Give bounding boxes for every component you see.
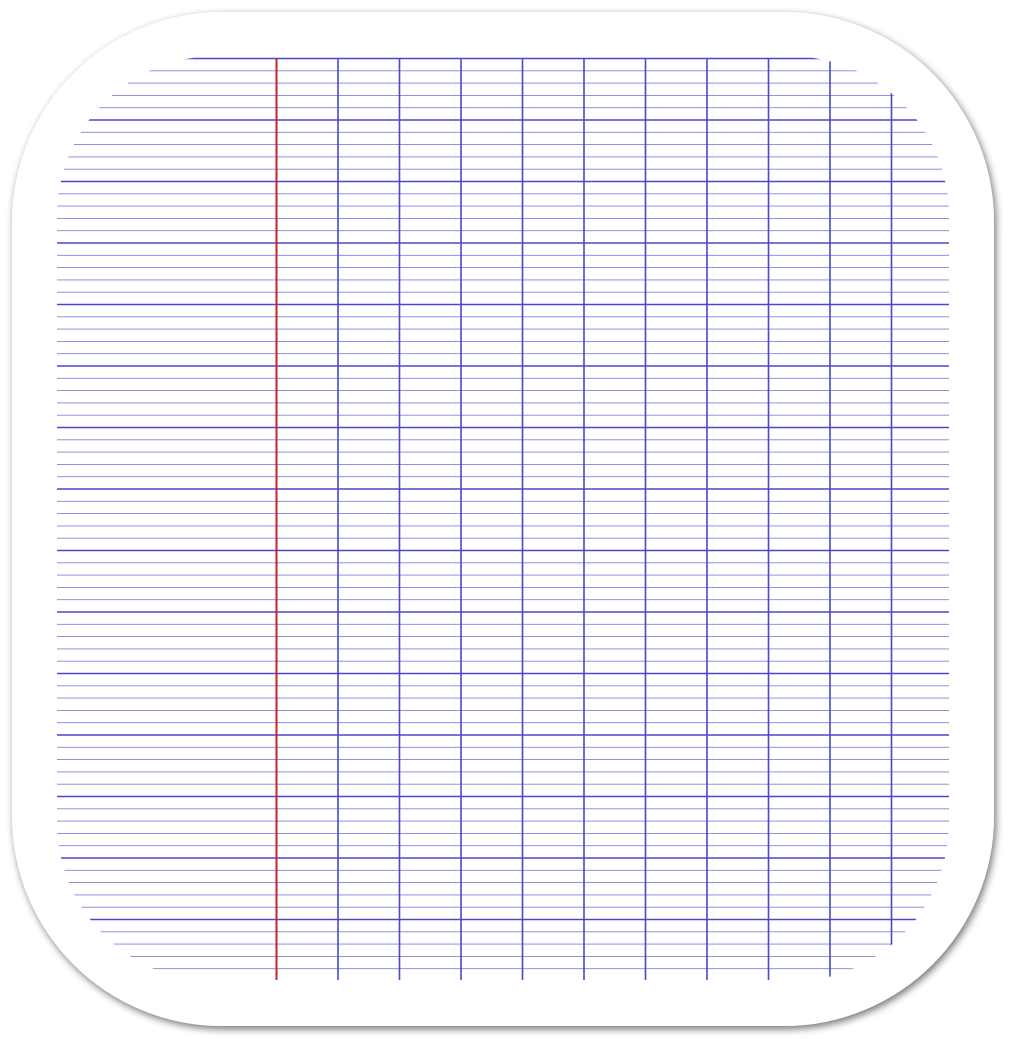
graph-paper-icon [12, 12, 994, 1026]
paper-sheet [12, 12, 994, 1026]
